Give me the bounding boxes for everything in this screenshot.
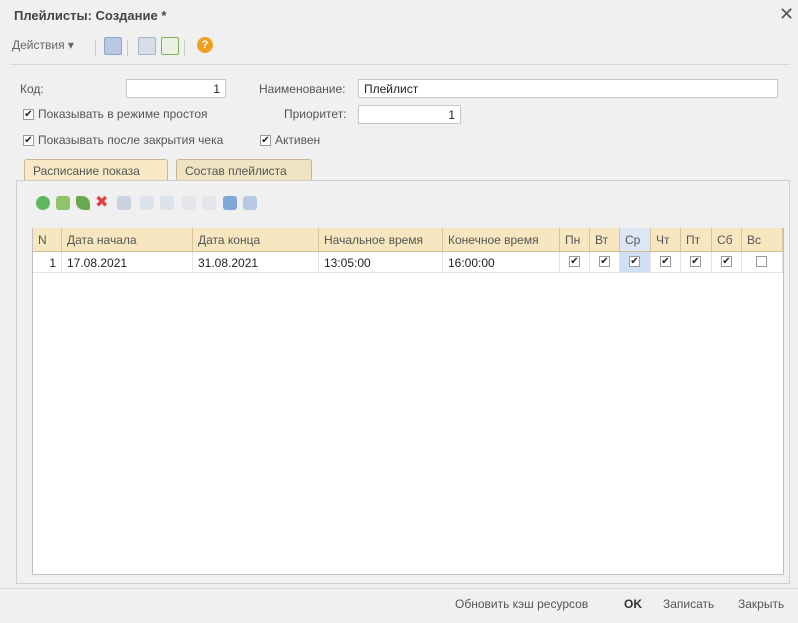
column-header-wed[interactable]: Ср: [620, 228, 651, 252]
cell-n[interactable]: 1: [33, 252, 62, 273]
cell-mon: ✔: [560, 252, 590, 273]
day-checkbox-wed[interactable]: ✔: [629, 256, 640, 267]
check-all-icon[interactable]: [223, 196, 237, 210]
cell-start-date[interactable]: 17.08.2021: [62, 252, 193, 273]
day-checkbox-thu[interactable]: ✔: [660, 256, 671, 267]
cell-thu: ✔: [651, 252, 681, 273]
close-icon[interactable]: ✕: [779, 4, 794, 25]
column-header-n[interactable]: N: [33, 228, 62, 252]
sort-asc-icon[interactable]: [182, 196, 196, 210]
column-header-fri[interactable]: Пт: [681, 228, 712, 252]
window-title: Плейлисты: Создание *: [14, 8, 167, 23]
schedule-table: [32, 228, 784, 575]
day-checkbox-sat[interactable]: ✔: [721, 256, 732, 267]
refresh-cache-button[interactable]: Обновить кэш ресурсов: [455, 597, 588, 611]
toolbar-separator: [127, 40, 128, 56]
toolbar-separator: [184, 40, 185, 56]
toolbar-separator: [95, 40, 96, 56]
day-checkbox-tue[interactable]: ✔: [599, 256, 610, 267]
sort-desc-icon[interactable]: [202, 196, 216, 210]
show-idle-label: Показывать в режиме простоя: [38, 107, 208, 121]
active-checkbox[interactable]: ✔: [260, 135, 271, 146]
cell-fri: ✔: [681, 252, 712, 273]
show-after-check-checkbox[interactable]: ✔: [23, 135, 34, 146]
column-header-start-time[interactable]: Начальное время: [319, 228, 443, 252]
priority-label: Приоритет:: [284, 107, 347, 121]
cell-sun: [742, 252, 783, 273]
column-header-thu[interactable]: Чт: [651, 228, 681, 252]
move-up-icon[interactable]: [140, 196, 154, 210]
refresh-icon[interactable]: [161, 37, 179, 55]
delete-row-icon[interactable]: ✖: [95, 192, 108, 212]
cell-wed: ✔: [620, 252, 651, 273]
day-checkbox-fri[interactable]: ✔: [690, 256, 701, 267]
copy-icon[interactable]: [104, 37, 122, 55]
end-edit-icon[interactable]: [117, 196, 131, 210]
cell-end-time[interactable]: 16:00:00: [443, 252, 560, 273]
cell-start-time[interactable]: 13:05:00: [319, 252, 443, 273]
cell-end-date[interactable]: 31.08.2021: [193, 252, 319, 273]
name-label: Наименование:: [259, 82, 346, 96]
column-header-sun[interactable]: Вс: [742, 228, 783, 252]
code-field[interactable]: 1: [126, 79, 226, 98]
column-header-tue[interactable]: Вт: [590, 228, 620, 252]
tab-schedule[interactable]: Расписание показа: [24, 159, 168, 181]
day-checkbox-mon[interactable]: ✔: [569, 256, 580, 267]
column-header-start-date[interactable]: Дата начала: [62, 228, 193, 252]
code-label: Код:: [20, 82, 44, 96]
column-header-end-date[interactable]: Дата конца: [193, 228, 319, 252]
actions-menu-button[interactable]: Действия ▾: [12, 38, 74, 52]
add-row-icon[interactable]: [36, 196, 50, 210]
uncheck-all-icon[interactable]: [243, 196, 257, 210]
ok-button[interactable]: OK: [624, 597, 642, 611]
footer-divider: [0, 588, 798, 589]
name-field[interactable]: Плейлист: [358, 79, 778, 98]
day-checkbox-sun[interactable]: [756, 256, 767, 267]
column-header-end-time[interactable]: Конечное время: [443, 228, 560, 252]
priority-field[interactable]: 1: [358, 105, 461, 124]
move-down-icon[interactable]: [160, 196, 174, 210]
cell-sat: ✔: [712, 252, 742, 273]
active-label: Активен: [275, 133, 321, 147]
list-icon[interactable]: [138, 37, 156, 55]
tab-playlist-content[interactable]: Состав плейлиста: [176, 159, 312, 181]
show-idle-checkbox[interactable]: ✔: [23, 109, 34, 120]
divider: [10, 64, 790, 65]
cell-tue: ✔: [590, 252, 620, 273]
column-header-mon[interactable]: Пн: [560, 228, 590, 252]
close-button[interactable]: Закрыть: [738, 597, 784, 611]
copy-row-icon[interactable]: [56, 196, 70, 210]
edit-row-icon[interactable]: [76, 196, 90, 210]
column-header-sat[interactable]: Сб: [712, 228, 742, 252]
help-icon[interactable]: ?: [197, 37, 213, 53]
save-button[interactable]: Записать: [663, 597, 714, 611]
show-after-check-label: Показывать после закрытия чека: [38, 133, 224, 147]
